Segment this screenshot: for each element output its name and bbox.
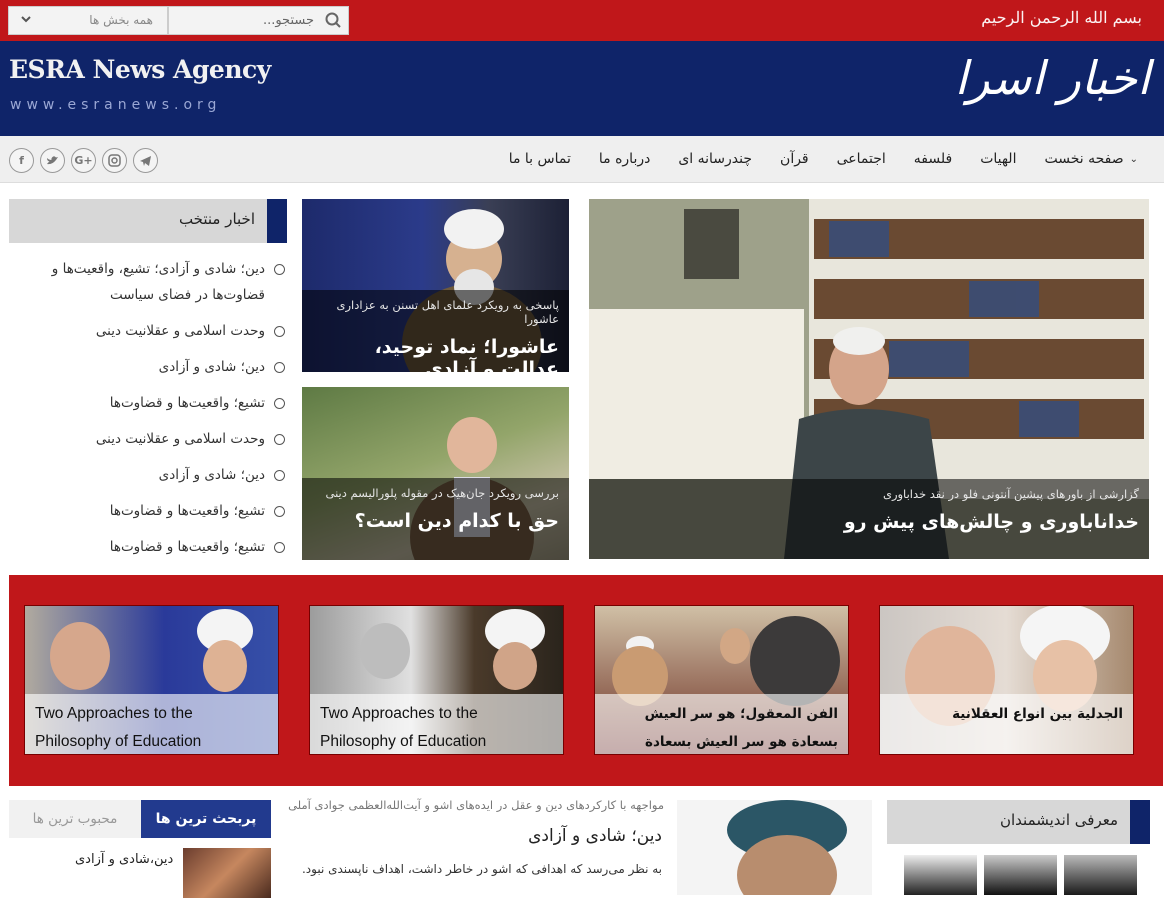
picks-list: دین؛ شادی و آزادی؛ تشیع، واقعیت‌ها و قضا… (9, 256, 287, 570)
card-caption: Two Approaches to the Philosophy of Educ… (25, 694, 278, 754)
story-subtitle: بررسی رویکرد جان‌هیک در مقوله پلورالیسم … (325, 486, 560, 500)
header-accent (267, 199, 287, 243)
top-bar: بسم الله الرحمن الرحیم همه بخش ها (0, 0, 1164, 41)
picks-header: اخبار منتخب (9, 199, 287, 243)
highlight-card[interactable]: Two Approaches to the Philosophy of Educ… (309, 605, 564, 755)
nav-item-label: قرآن (780, 151, 809, 167)
thinkers-title: معرفی اندیشمندان (999, 811, 1118, 829)
tab-list-item[interactable]: دین،شادی و آزادی (75, 852, 173, 867)
list-item[interactable]: وحدت اسلامی و عقلانیت دینی (9, 318, 287, 344)
list-item[interactable]: تشیع؛ واقعیت‌ها و قضاوت‌ها (9, 390, 287, 416)
nav-item-multimedia[interactable]: چندرسانه ای (664, 151, 766, 167)
list-item[interactable]: دین؛ شادی و آزادی (9, 462, 287, 488)
story-title: عاشورا؛ نماد توحید، عدالت و آزادی (374, 336, 559, 372)
highlight-card[interactable]: الفن المعقول؛ هو سر العیش بسعادة هو سر ا… (594, 605, 849, 755)
featured-top-story[interactable]: پاسخی به رویکرد علمای اهل تسنن به عزادار… (302, 199, 569, 372)
card-caption: الفن المعقول؛ هو سر العیش بسعادة هو سر ا… (595, 694, 848, 754)
story-subtitle: پاسخی به رویکرد علمای اهل تسنن به عزادار… (336, 298, 559, 326)
highlight-card[interactable]: Two Approaches to the Philosophy of Educ… (24, 605, 279, 755)
nav-item-label: درباره ما (598, 151, 651, 167)
article-snippet: به نظر می‌رسد که اهدافی که اشو در خاطر د… (302, 862, 662, 876)
tab-item-thumbnail[interactable] (183, 848, 271, 898)
article-photo[interactable] (677, 800, 872, 895)
nav-item-contact[interactable]: تماس با ما (495, 151, 585, 167)
site-url: www.esranews.org (10, 97, 222, 113)
nav-item-label: تماس با ما (508, 151, 571, 167)
picks-title: اخبار منتخب (178, 210, 255, 228)
search-button[interactable] (318, 7, 348, 34)
featured-bottom-story[interactable]: بررسی رویکرد جان‌هیک در مقوله پلورالیسم … (302, 387, 569, 560)
list-item[interactable]: تشیع؛ واقعیت‌ها و قضاوت‌ها (9, 498, 287, 524)
card-caption: الجدلیة بین انواع العقلانیة (880, 694, 1133, 754)
nav-item-philosophy[interactable]: فلسفه (900, 151, 966, 167)
nav-item-quran[interactable]: قرآن (766, 151, 823, 167)
search-icon (325, 12, 341, 28)
thinker-thumbnail[interactable] (904, 855, 977, 895)
list-item[interactable]: دین؛ شادی و آزادی؛ تشیع، واقعیت‌ها و قضا… (9, 256, 287, 308)
story-title: خداناباوری و چالش‌های پیش رو (843, 511, 1139, 533)
nav-item-theology[interactable]: الهیات (966, 151, 1030, 167)
highlight-card[interactable]: الجدلیة بین انواع العقلانیة (879, 605, 1134, 755)
nav-item-label: الهیات (980, 151, 1017, 167)
site-logo[interactable]: اخبار اسرا (955, 51, 1150, 105)
story-title: حق با کدام دین است؟ (354, 510, 559, 532)
sections-select[interactable]: همه بخش ها (8, 6, 168, 35)
tab-most-popular[interactable]: محبوب ترین ها (9, 800, 141, 838)
nav-item-about[interactable]: درباره ما (585, 151, 664, 167)
main-nav: صفحه نخست ⌄ الهیات فلسفه اجتماعی قرآن چند… (0, 136, 1164, 183)
card-caption: Two Approaches to the Philosophy of Educ… (310, 694, 563, 754)
header-accent (1130, 800, 1150, 844)
article-title[interactable]: دین؛ شادی و آزادی (528, 826, 662, 846)
list-item[interactable]: وحدت اسلامی و عقلانیت دینی (9, 426, 287, 452)
twitter-icon[interactable] (40, 148, 65, 173)
search-box (168, 6, 349, 35)
list-item[interactable]: دین؛ شادی و آزادی (9, 354, 287, 380)
sections-select-label: همه بخش ها (89, 13, 153, 27)
instagram-icon[interactable] (102, 148, 127, 173)
chevron-down-icon (21, 16, 31, 23)
portrait-photo (677, 800, 872, 895)
nav-item-label: اجتماعی (836, 151, 886, 167)
chevron-down-icon: ⌄ (1129, 153, 1138, 165)
brand-name[interactable]: ESRA News Agency (9, 55, 271, 84)
list-item[interactable]: تشیع؛ واقعیت‌ها و قضاوت‌ها (9, 534, 287, 560)
tab-most-discussed[interactable]: پربحث ترین ها (141, 800, 271, 838)
nav-item-label: فلسفه (913, 151, 953, 167)
thinkers-header: معرفی اندیشمندان (887, 800, 1150, 844)
thinker-thumbnail[interactable] (984, 855, 1057, 895)
site-header: ESRA News Agency www.esranews.org اخبار … (0, 41, 1164, 136)
article-kicker: مواجهه با کارکردهای دین و عقل در ایده‌ها… (288, 798, 664, 812)
thinker-thumbnail[interactable] (1064, 855, 1137, 895)
nav-item-label: چندرسانه ای (678, 151, 753, 167)
facebook-icon[interactable]: f (9, 148, 34, 173)
telegram-icon[interactable] (133, 148, 158, 173)
tabs: محبوب ترین ها پربحث ترین ها (9, 800, 271, 838)
featured-main-story[interactable]: گزارشی از باورهای پیشین آنتونی فلو در نق… (589, 199, 1149, 559)
bismillah-text: بسم الله الرحمن الرحیم (981, 8, 1142, 27)
search-input[interactable] (174, 7, 314, 34)
social-links: f G+ (9, 148, 158, 173)
google-plus-icon[interactable]: G+ (71, 148, 96, 173)
nav-item-home[interactable]: صفحه نخست ⌄ (1030, 151, 1152, 167)
nav-item-social[interactable]: اجتماعی (823, 151, 900, 167)
highlights-band: الجدلیة بین انواع العقلانیة الفن المعقول… (9, 575, 1163, 786)
story-subtitle: گزارشی از باورهای پیشین آنتونی فلو در نق… (882, 487, 1139, 501)
nav-item-label: صفحه نخست (1044, 151, 1124, 167)
